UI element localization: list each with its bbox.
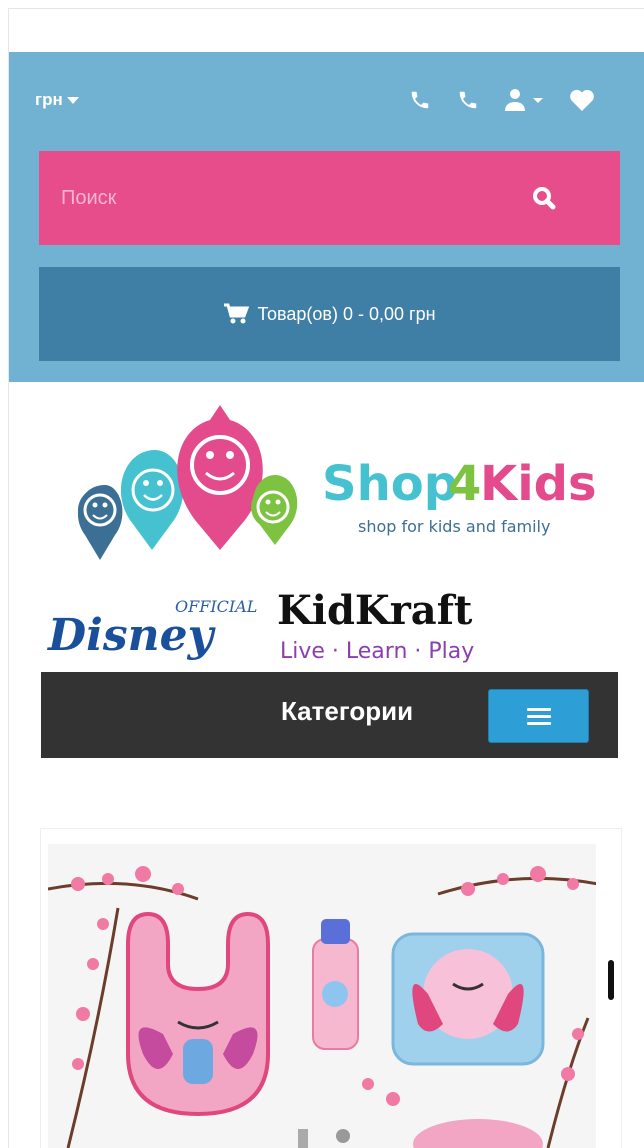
- header-icons: [406, 86, 596, 114]
- brand-logos: OFFICIAL Disney KidKraft Live · Learn · …: [40, 582, 620, 672]
- search-button[interactable]: [530, 184, 558, 212]
- cart-icon: [224, 303, 250, 324]
- logo-wordmark-4: 4: [448, 456, 481, 512]
- search-input[interactable]: [59, 185, 483, 211]
- cart-summary: Товар(ов) 0 - 0,00 грн: [257, 303, 436, 324]
- search-icon: [533, 187, 556, 210]
- search-bar: [39, 151, 620, 245]
- phone-icon[interactable]: [406, 86, 434, 114]
- menu-icon: [526, 704, 551, 729]
- categories-bar: Категории: [41, 672, 618, 758]
- logo-tagline: shop for kids and family: [358, 517, 550, 536]
- banner-slider: [40, 828, 622, 1148]
- site-logo[interactable]: Shop 4 Kids shop for kids and family: [60, 395, 620, 565]
- banner-image[interactable]: [48, 844, 596, 1148]
- slider-arrow[interactable]: [608, 960, 614, 1000]
- categories-title: Категории: [281, 696, 414, 726]
- phone-icon[interactable]: [454, 86, 482, 114]
- caret-down-icon: [66, 96, 79, 104]
- logo-wordmark-shop: Shop: [322, 456, 458, 512]
- currency-selector[interactable]: грн: [35, 90, 79, 110]
- cart-button[interactable]: Товар(ов) 0 - 0,00 грн: [39, 267, 620, 361]
- user-icon[interactable]: [502, 86, 548, 114]
- heart-icon[interactable]: [568, 86, 596, 114]
- kidkraft-logo: KidKraft: [277, 587, 473, 634]
- currency-label: грн: [35, 90, 63, 109]
- menu-toggle-button[interactable]: [488, 689, 589, 743]
- disney-logo: Disney: [46, 610, 217, 661]
- kidkraft-tagline: Live · Learn · Play: [280, 639, 474, 664]
- logo-wordmark-kids: Kids: [480, 456, 597, 512]
